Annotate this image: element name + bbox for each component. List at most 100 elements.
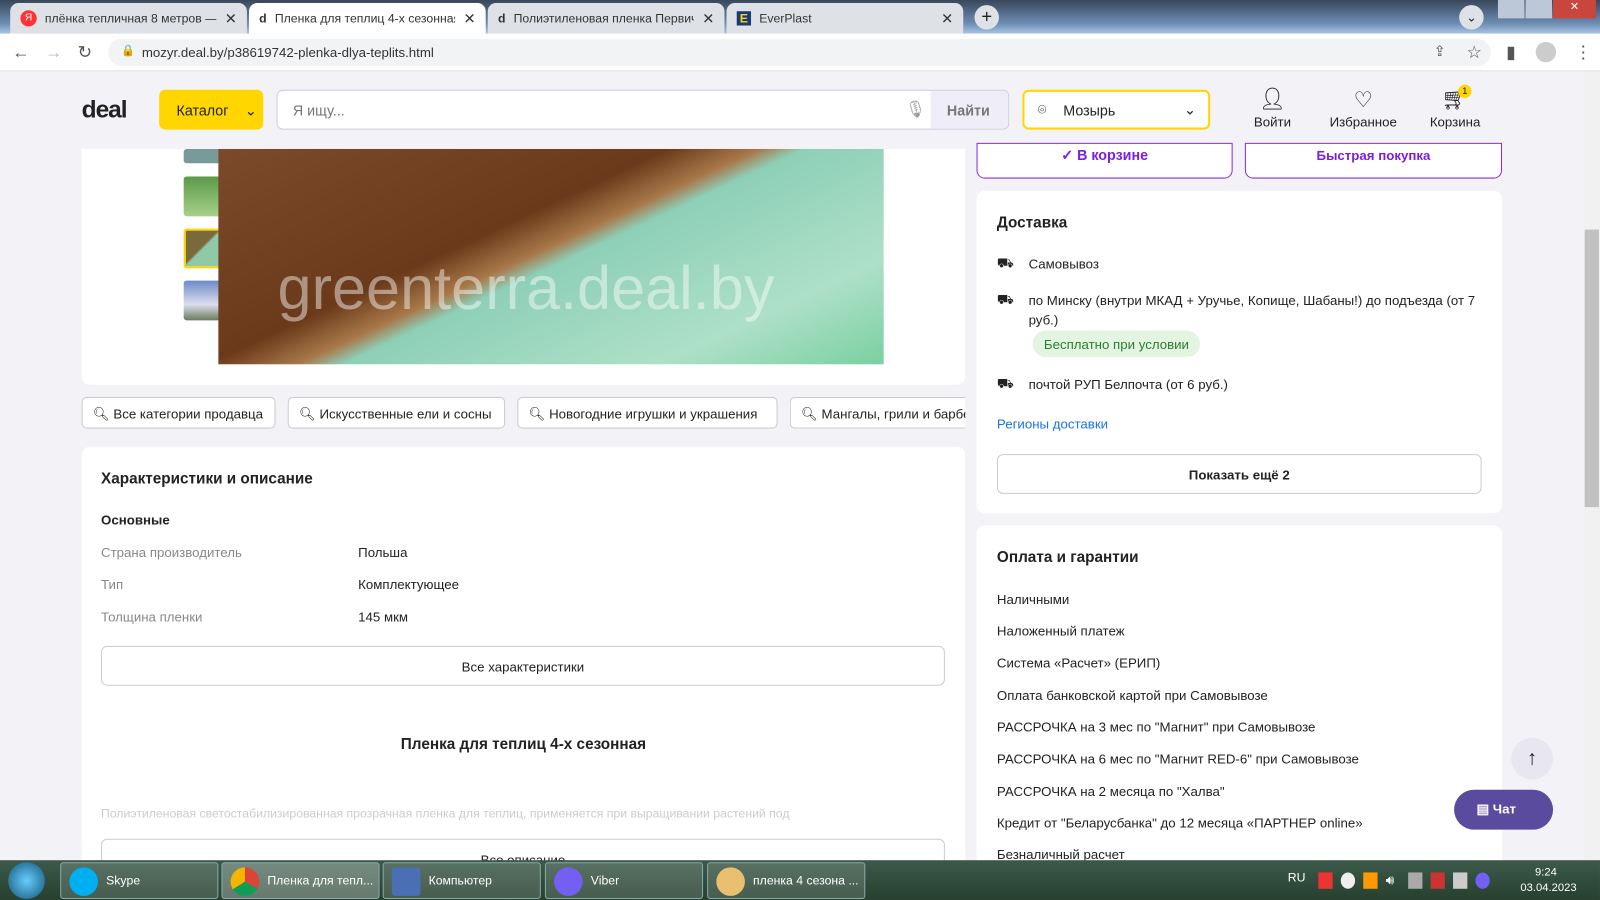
clock[interactable]: 9:24 03.04.2023: [1520, 865, 1576, 896]
cart-icon: 🛒︎: [1441, 87, 1469, 112]
tray-icon[interactable]: [1430, 872, 1445, 889]
clock-time: 9:24: [1534, 866, 1557, 879]
tab-title: EverPlast: [759, 11, 812, 26]
url-field[interactable]: 🔒 mozyr.deal.by/p38619742-plenka-dlya-tep…: [108, 38, 1491, 67]
close-icon[interactable]: ✕: [941, 10, 953, 27]
login-label: Войти: [1253, 114, 1291, 130]
delivery-title: Доставка: [996, 214, 1068, 232]
side-panel-icon[interactable]: ▮: [1506, 43, 1516, 63]
language-indicator[interactable]: RU: [1288, 870, 1306, 884]
chip-seller-categories[interactable]: 🔍︎ Все категории продавца: [81, 396, 276, 429]
find-button[interactable]: Найти: [930, 90, 1009, 129]
taskbar-paint[interactable]: пленка 4 сезона ...: [707, 862, 866, 899]
all-specs-button[interactable]: Все характеристики: [101, 645, 945, 686]
chip-label: Искусственные ели и сосны: [319, 406, 492, 422]
payment-title: Оплата и гарантии: [996, 548, 1139, 567]
viber-icon: [554, 867, 583, 896]
url-text: mozyr.deal.by/p38619742-plenka-dlya-tepl…: [141, 44, 434, 61]
chip-artificial-trees[interactable]: 🔍︎ Искусственные ели и сосны: [287, 396, 506, 429]
deal-logo[interactable]: deal: [82, 96, 128, 125]
share-icon[interactable]: ⇪: [1434, 43, 1446, 60]
tray-icon[interactable]: [1318, 872, 1333, 889]
system-tray: 🔊︎: [1318, 872, 1497, 889]
city-selector[interactable]: ⌾ Мозырь ⌄: [1022, 89, 1211, 130]
start-button[interactable]: [8, 862, 45, 899]
cart-label: Корзина: [1429, 114, 1481, 130]
specs-section-title: Основные: [101, 512, 170, 528]
chip-label: Мангалы, грили и барбекю: [821, 406, 966, 422]
payment-option: Кредит от "Беларусбанка" до 12 месяца «П…: [996, 815, 1363, 831]
viber-tray-icon[interactable]: [1475, 872, 1490, 889]
in-cart-label: В корзине: [1077, 146, 1149, 164]
reload-icon[interactable]: ↻: [78, 43, 93, 63]
arrow-up-icon: ↑: [1527, 746, 1538, 770]
login-button[interactable]: 👤︎ Войти: [1247, 88, 1298, 130]
spec-value: Польша: [358, 544, 408, 561]
tray-icon[interactable]: [1408, 872, 1423, 889]
search-input[interactable]: [292, 102, 865, 119]
close-window-button[interactable]: ✕: [1553, 0, 1596, 19]
menu-icon[interactable]: ⋮: [1574, 43, 1591, 63]
chevron-down-icon: ⌄: [244, 102, 257, 119]
in-cart-button[interactable]: ✓ В корзине: [976, 142, 1233, 179]
profile-icon[interactable]: [1535, 41, 1557, 63]
free-delivery-badge[interactable]: Бесплатно при условии: [1032, 330, 1201, 358]
payment-option: Система «Расчет» (ЕРИП): [996, 655, 1161, 671]
deal-favicon: d: [259, 11, 267, 26]
payment-option: Оплата банковской картой при Самовывозе: [996, 687, 1268, 704]
maximize-button[interactable]: [1525, 0, 1553, 19]
close-icon[interactable]: ✕: [702, 10, 714, 27]
forward-icon[interactable]: →: [45, 43, 62, 63]
payment-option: Наличными: [996, 591, 1070, 608]
quick-buy-button[interactable]: Быстрая покупка: [1244, 142, 1503, 179]
city-label: Мозырь: [1063, 102, 1116, 119]
cart-button[interactable]: 🛒︎ Корзина 1: [1425, 84, 1484, 130]
product-image[interactable]: greenterra.deal.by: [218, 148, 884, 365]
tab-search-button[interactable]: ⌄: [1459, 5, 1484, 30]
tab-title: Полиэтиленовая пленка Первич: [513, 11, 695, 26]
taskbar-label: Пленка для тепл...: [267, 873, 374, 888]
chip-grills[interactable]: 🔍︎ Мангалы, грили и барбекю: [789, 396, 966, 429]
bookmark-star-icon[interactable]: ☆: [1466, 43, 1482, 63]
delivery-regions-link[interactable]: Регионы доставки: [997, 416, 1108, 431]
new-tab-button[interactable]: +: [974, 5, 999, 30]
show-more-delivery-button[interactable]: Показать ещё 2: [996, 454, 1482, 494]
microphone-icon[interactable]: 🎙: [905, 99, 926, 119]
location-pin-icon: ⌾: [1037, 101, 1047, 118]
browser-tab[interactable]: E EverPlast ✕: [726, 3, 964, 34]
taskbar-label: пленка 4 сезона ...: [753, 873, 859, 888]
favorites-label: Избранное: [1329, 114, 1397, 130]
browser-tab[interactable]: d Полиэтиленовая пленка Первич ✕: [487, 3, 725, 34]
close-icon[interactable]: ✕: [225, 10, 237, 27]
scroll-to-top-button[interactable]: ↑: [1511, 737, 1554, 780]
minimize-button[interactable]: [1497, 0, 1525, 19]
spec-label: Тип: [101, 576, 124, 592]
check-icon: ✓: [1061, 146, 1078, 164]
spec-value: 145 мкм: [358, 609, 409, 625]
browser-tab-active[interactable]: d Пленка для теплиц 4-х сезонная ✕: [248, 3, 486, 34]
taskbar-computer[interactable]: Компьютер: [382, 862, 541, 899]
tray-icon[interactable]: [1363, 872, 1378, 889]
payment-option: РАССРОЧКА на 6 мес по "Магнит RED-6" при…: [996, 751, 1359, 767]
browser-tab[interactable]: Яплёнка тепличная 8 метров — Я ✕: [10, 3, 247, 34]
chat-button[interactable]: ▤ Чат: [1454, 789, 1554, 830]
chip-christmas-toys[interactable]: 🔍︎ Новогодние игрушки и украшения: [517, 396, 778, 429]
taskbar-viber[interactable]: Viber: [544, 862, 704, 899]
delivery-option: Самовывоз: [1028, 256, 1099, 272]
scrollbar-thumb[interactable]: [1584, 229, 1599, 508]
back-icon[interactable]: ←: [12, 43, 29, 63]
catalog-button[interactable]: Каталог ⌄: [159, 89, 264, 130]
close-icon[interactable]: ✕: [464, 10, 476, 27]
tray-icon[interactable]: [1340, 872, 1356, 889]
page-scrollbar[interactable]: [1583, 71, 1600, 861]
taskbar-chrome[interactable]: Пленка для тепл...: [221, 862, 380, 899]
payment-option: РАССРОЧКА на 2 месяца по "Халва": [996, 783, 1225, 799]
payment-option: Наложенный платеж: [996, 623, 1125, 639]
paint-icon: [716, 867, 745, 896]
favorites-button[interactable]: ♡ Избранное: [1324, 88, 1402, 130]
volume-icon[interactable]: 🔊︎: [1386, 872, 1400, 888]
network-icon[interactable]: [1453, 872, 1468, 889]
taskbar-skype[interactable]: Skype: [60, 862, 219, 899]
chrome-icon: [230, 867, 260, 896]
product-description: Полиэтиленовая светостабилизированная пр…: [101, 806, 790, 821]
